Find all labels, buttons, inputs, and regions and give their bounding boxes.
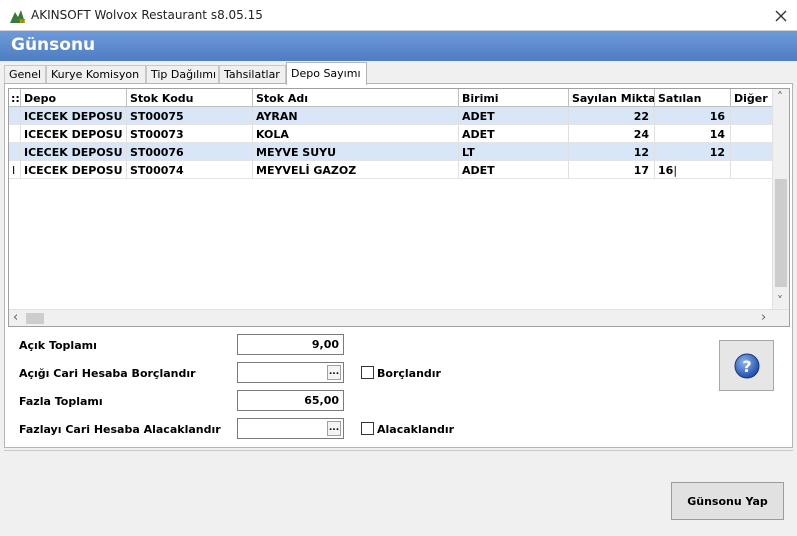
cell-satilan[interactable]: 16 [655,107,731,125]
table-row[interactable]: ICECEK DEPOSU ST00073 KOLA ADET 24 14 [9,125,773,143]
stock-count-grid[interactable]: :: Depo Stok Kodu Stok Adı Birimi Sayıla… [8,88,790,327]
acik-toplami-field[interactable]: 9,00 [237,334,344,355]
cell-stok-kodu[interactable]: ST00075 [127,107,253,125]
column-header-satilan[interactable]: Satılan [655,89,731,107]
app-logo-icon: w [9,8,26,25]
tab-depo-sayimi[interactable]: Depo Sayımı [286,62,367,85]
svg-text:?: ? [742,357,751,376]
acigi-cari-browse-button[interactable]: ... [327,365,341,380]
close-button[interactable] [765,0,797,31]
row-selector[interactable] [9,143,21,161]
column-header-stok-kodu[interactable]: Stok Kodu [127,89,253,107]
fazla-toplami-field[interactable]: 65,00 [237,390,344,411]
horizontal-scrollbar[interactable]: ‹ › [9,309,789,326]
borclandir-checkbox[interactable] [361,366,374,379]
acigi-cari-label: Açığı Cari Hesaba Borçlandır [19,367,196,380]
cell-stok-kodu[interactable]: ST00076 [127,143,253,161]
scroll-up-icon[interactable]: ˄ [777,91,783,103]
cell-sayilan-miktar[interactable]: 24 [569,125,655,143]
alacaklandir-checkbox[interactable] [361,422,374,435]
cell-diger[interactable] [731,125,773,143]
cell-stok-adi[interactable]: AYRAN [253,107,459,125]
cell-depo[interactable]: ICECEK DEPOSU [21,107,127,125]
alacaklandir-label[interactable]: Alacaklandır [377,423,454,436]
scroll-down-icon[interactable]: ˅ [777,295,783,307]
column-header-diger[interactable]: Diğer Ç [731,89,773,107]
cell-depo[interactable]: ICECEK DEPOSU [21,161,127,179]
tab-panel-depo-sayimi: :: Depo Stok Kodu Stok Adı Birimi Sayıla… [4,83,793,448]
cell-stok-adi[interactable]: MEYVELİ GAZOZ [253,161,459,179]
help-icon: ? [734,353,759,378]
column-header-birimi[interactable]: Birimi [459,89,569,107]
vertical-scrollbar[interactable]: ˄ ˅ [772,89,789,310]
fazla-toplami-label: Fazla Toplamı [19,395,103,408]
footer-divider [4,450,793,451]
cell-satilan[interactable]: 14 [655,125,731,143]
cell-sayilan-miktar[interactable]: 22 [569,107,655,125]
fazlayi-cari-label: Fazlayı Cari Hesaba Alacaklandır [19,423,221,436]
fazlayi-cari-lookup[interactable]: ... [237,418,344,439]
table-row-editing[interactable]: I ICECEK DEPOSU ST00074 MEYVELİ GAZOZ AD… [9,161,773,179]
cell-satilan[interactable]: 12 [655,143,731,161]
cell-stok-kodu[interactable]: ST00073 [127,125,253,143]
tab-tahsilatlar[interactable]: Tahsilatlar [219,65,286,84]
cell-diger[interactable] [731,143,773,161]
scroll-left-icon[interactable]: ‹ [13,311,18,324]
cell-depo[interactable]: ICECEK DEPOSU [21,143,127,161]
borclandir-label[interactable]: Borçlandır [377,367,441,380]
fazlayi-cari-browse-button[interactable]: ... [327,421,341,436]
scroll-right-icon[interactable]: › [761,311,766,324]
svg-text:w: w [19,17,26,24]
grid-header: :: Depo Stok Kodu Stok Adı Birimi Sayıla… [9,89,773,107]
cell-stok-adi[interactable]: KOLA [253,125,459,143]
cell-depo[interactable]: ICECEK DEPOSU [21,125,127,143]
cell-sayilan-miktar[interactable]: 12 [569,143,655,161]
column-header-sayilan-miktar[interactable]: Sayılan Miktar [569,89,655,107]
acigi-cari-lookup[interactable]: ... [237,362,344,383]
row-selector-header[interactable]: :: [9,89,21,107]
cell-diger[interactable] [731,161,773,179]
text-cursor-icon: I [12,164,16,177]
table-row[interactable]: ICECEK DEPOSU ST00075 AYRAN ADET 22 16 [9,107,773,125]
column-header-depo[interactable]: Depo [21,89,127,107]
cell-satilan-edit-value[interactable]: 16 [658,164,673,177]
title-bar: w AKINSOFT Wolvox Restaurant s8.05.15 [0,0,797,31]
cell-stok-kodu[interactable]: ST00074 [127,161,253,179]
table-row[interactable]: ICECEK DEPOSU ST00076 MEYVE SUYU LT 12 1… [9,143,773,161]
cell-birimi[interactable]: ADET [459,161,569,179]
cell-birimi[interactable]: ADET [459,107,569,125]
acik-toplami-label: Açık Toplamı [19,339,97,352]
column-header-stok-adi[interactable]: Stok Adı [253,89,459,107]
cell-birimi[interactable]: ADET [459,125,569,143]
gunsonu-yap-button[interactable]: Günsonu Yap [671,482,784,520]
row-selector[interactable] [9,107,21,125]
row-selector[interactable] [9,125,21,143]
tab-tip-dagilimi[interactable]: Tip Dağılımı [146,65,219,84]
vertical-scroll-thumb[interactable] [775,179,787,287]
cell-diger[interactable] [731,107,773,125]
horizontal-scroll-thumb[interactable] [26,313,44,324]
cell-stok-adi[interactable]: MEYVE SUYU [253,143,459,161]
help-button[interactable]: ? [719,340,774,391]
tab-genel[interactable]: Genel [4,65,46,84]
tab-strip: Genel Kurye Komisyon Tip Dağılımı Tahsil… [4,62,794,85]
close-icon [775,10,787,21]
header-band: Günsonu [0,31,797,61]
cell-birimi[interactable]: LT [459,143,569,161]
page-title: Günsonu [11,35,96,55]
cell-satilan-editor[interactable]: 16| [655,161,731,179]
tab-kurye-komisyon[interactable]: Kurye Komisyon [46,65,146,84]
window-title: AKINSOFT Wolvox Restaurant s8.05.15 [31,8,263,22]
cell-sayilan-miktar[interactable]: 17 [569,161,655,179]
row-selector-editing[interactable]: I [9,161,21,179]
